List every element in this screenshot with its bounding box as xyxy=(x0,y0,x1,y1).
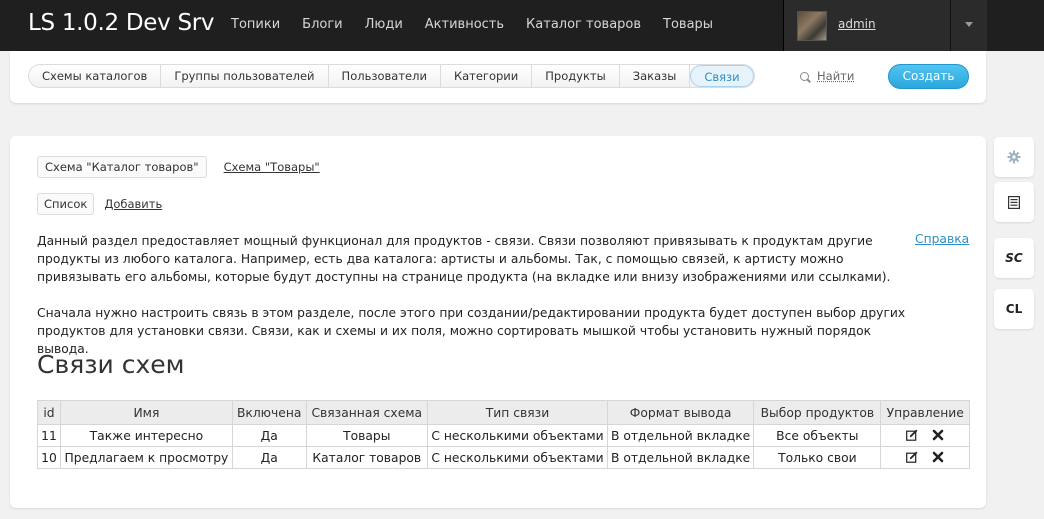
cell-output-format: В отдельной вкладке xyxy=(606,424,755,447)
delete-icon[interactable] xyxy=(932,451,944,463)
cell-enabled: Да xyxy=(231,446,307,469)
nav-item-blogs[interactable]: Блоги xyxy=(302,17,342,32)
column-header-output-format: Формат вывода xyxy=(606,400,755,425)
cell-enabled: Да xyxy=(231,424,307,447)
main-nav: Топики Блоги Люди Активность Каталог тов… xyxy=(231,17,735,32)
cell-linked-schema: Товары xyxy=(305,424,429,447)
cell-product-selection: Все объекты xyxy=(753,424,882,447)
edit-icon[interactable] xyxy=(906,451,918,463)
delete-icon[interactable] xyxy=(932,429,944,441)
schema-switcher: Схема "Каталог товаров" Схема "Товары" xyxy=(37,156,320,178)
tab-products[interactable]: Продукты xyxy=(532,65,620,87)
sc-label: SC xyxy=(1005,251,1023,265)
table-header-row: id Имя Включена Связанная схема Тип связ… xyxy=(37,400,970,425)
cell-link-type: С несколькими объектами xyxy=(427,424,608,447)
tab-user-groups[interactable]: Группы пользователей xyxy=(161,65,329,87)
admin-tabs: Схемы каталогов Группы пользователей Пол… xyxy=(28,64,755,88)
column-header-link-type: Тип связи xyxy=(427,400,608,425)
tab-orders[interactable]: Заказы xyxy=(620,65,691,87)
cell-actions xyxy=(880,424,970,447)
links-table: id Имя Включена Связанная схема Тип связ… xyxy=(37,400,970,469)
cell-link-type: С несколькими объектами xyxy=(427,446,608,469)
page-title: Связи схем xyxy=(37,350,185,379)
create-button[interactable]: Создать xyxy=(888,64,969,89)
chevron-down-icon xyxy=(965,22,973,27)
user-menu: admin xyxy=(783,0,987,51)
cell-name: Также интересно xyxy=(59,424,233,447)
cell-name: Предлагаем к просмотру xyxy=(59,446,233,469)
cell-id: 10 xyxy=(37,446,61,469)
table-row[interactable]: 10 Предлагаем к просмотру Да Каталог тов… xyxy=(37,446,970,469)
column-header-name: Имя xyxy=(59,400,233,425)
cell-output-format: В отдельной вкладке xyxy=(606,446,755,469)
nav-item-catalog[interactable]: Каталог товаров xyxy=(526,17,641,32)
schema-catalog-link[interactable]: Схема "Каталог товаров" xyxy=(37,156,207,178)
nav-item-topics[interactable]: Топики xyxy=(231,17,280,32)
sc-button[interactable]: SC xyxy=(994,238,1034,278)
edit-icon[interactable] xyxy=(906,429,918,441)
tab-links[interactable]: Связи xyxy=(690,65,754,87)
avatar[interactable] xyxy=(797,11,827,41)
nav-item-people[interactable]: Люди xyxy=(365,17,403,32)
description-paragraph-1: Данный раздел предоставляет мощный функц… xyxy=(37,234,891,284)
main-content: Схема "Каталог товаров" Схема "Товары" С… xyxy=(10,136,986,508)
cl-button[interactable]: CL xyxy=(994,289,1034,329)
search-link[interactable]: Найти xyxy=(800,69,854,83)
nav-item-products[interactable]: Товары xyxy=(663,17,713,32)
gear-icon xyxy=(1007,150,1021,164)
nav-item-activity[interactable]: Активность xyxy=(425,17,504,32)
search-label: Найти xyxy=(817,69,855,83)
cl-label: CL xyxy=(1005,302,1023,316)
list-view-link[interactable]: Список xyxy=(37,193,95,215)
add-link[interactable]: Добавить xyxy=(104,197,162,211)
user-dropdown-toggle[interactable] xyxy=(951,0,988,51)
help-link[interactable]: Справка xyxy=(915,232,969,246)
list-button[interactable] xyxy=(994,182,1034,222)
column-header-product-selection: Выбор продуктов xyxy=(753,400,882,425)
column-header-linked-schema: Связанная схема xyxy=(305,400,429,425)
tab-categories[interactable]: Категории xyxy=(441,65,533,87)
username-link[interactable]: admin xyxy=(838,17,876,31)
table-row[interactable]: 11 Также интересно Да Товары С нескольки… xyxy=(37,424,970,447)
settings-button[interactable] xyxy=(994,137,1034,177)
tab-users[interactable]: Пользователи xyxy=(329,65,441,87)
top-header: LS 1.0.2 Dev Srv Топики Блоги Люди Актив… xyxy=(0,0,1044,51)
cell-linked-schema: Каталог товаров xyxy=(305,446,429,469)
schema-goods-link[interactable]: Схема "Товары" xyxy=(224,160,320,174)
cell-product-selection: Только свои xyxy=(753,446,882,469)
column-header-actions: Управление xyxy=(880,400,970,425)
cell-actions xyxy=(880,446,970,469)
column-header-enabled: Включена xyxy=(231,400,307,425)
cell-id: 11 xyxy=(37,424,61,447)
admin-toolbar: Схемы каталогов Группы пользователей Пол… xyxy=(10,51,986,103)
view-switcher: Список Добавить xyxy=(37,193,162,215)
column-header-id: id xyxy=(37,400,61,425)
search-icon xyxy=(800,72,809,81)
list-icon xyxy=(1008,195,1020,209)
site-brand[interactable]: LS 1.0.2 Dev Srv xyxy=(28,10,215,36)
tab-catalog-schemes[interactable]: Схемы каталогов xyxy=(29,65,162,87)
